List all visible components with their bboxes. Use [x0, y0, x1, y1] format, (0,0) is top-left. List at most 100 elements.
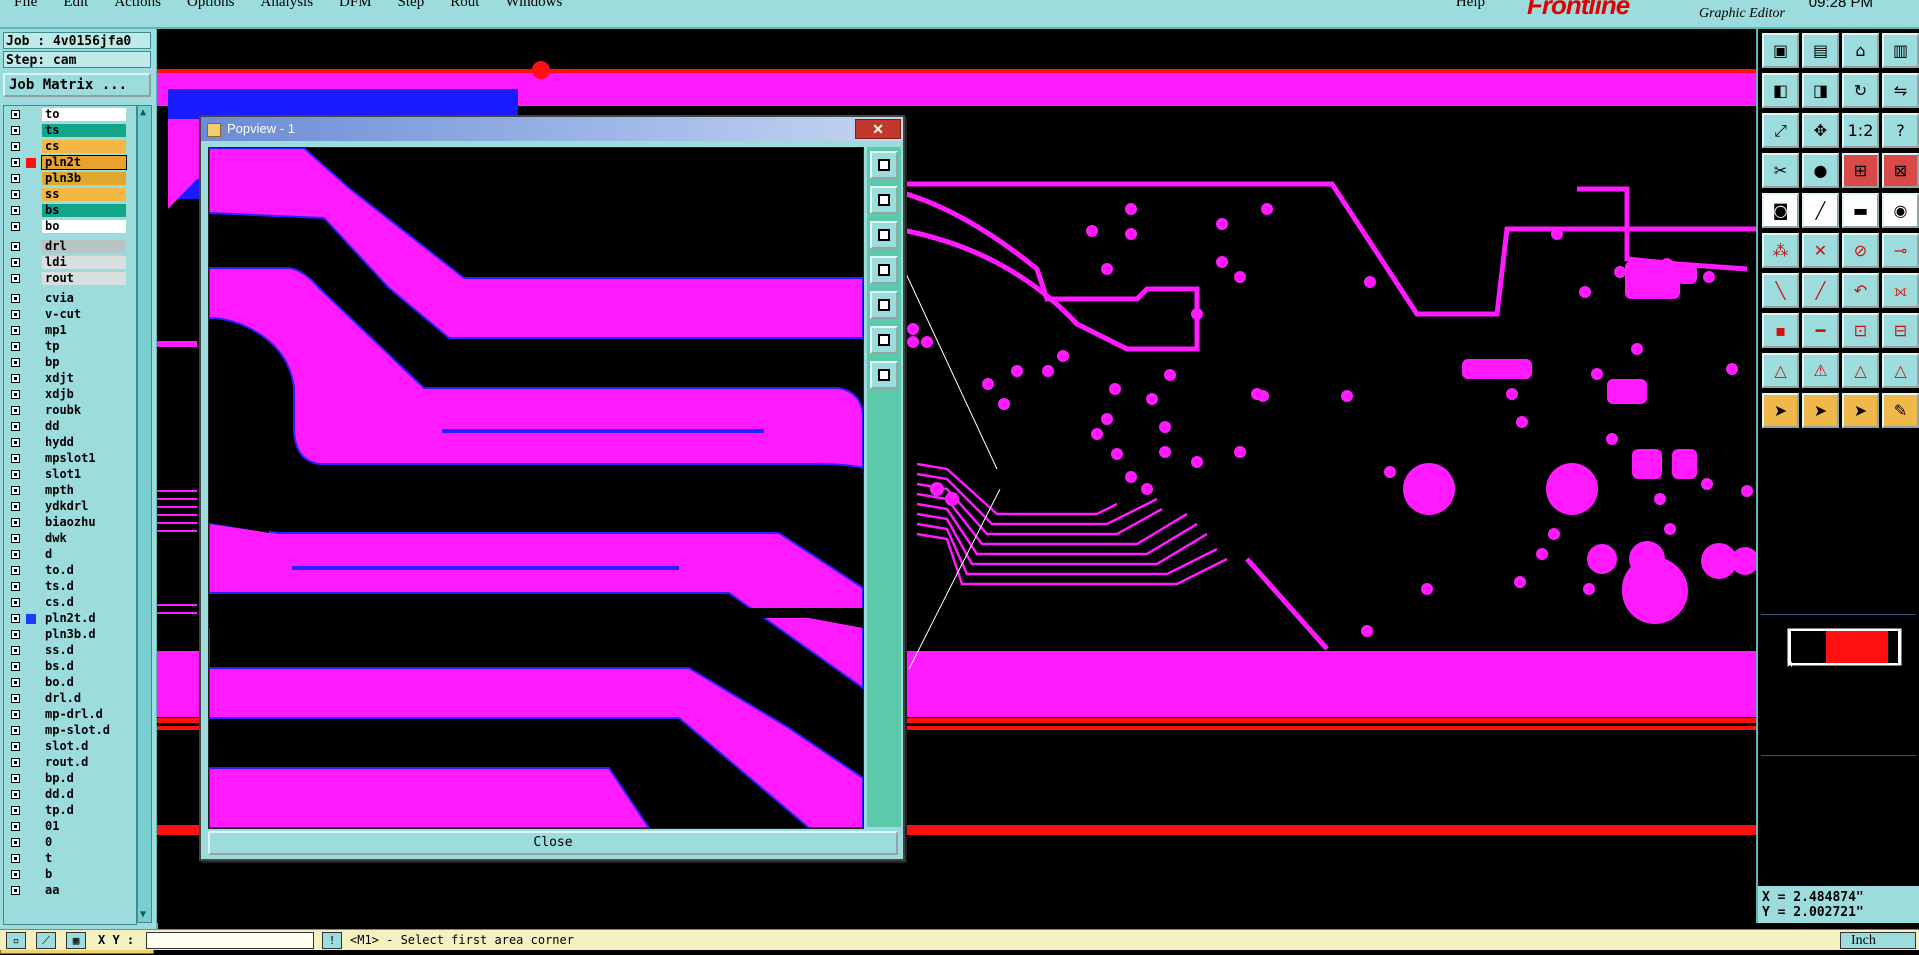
- layer-checkbox[interactable]: [11, 534, 20, 543]
- center-icon[interactable]: [870, 361, 898, 389]
- layer-checkbox[interactable]: [11, 742, 20, 751]
- layer-checkbox[interactable]: [11, 566, 20, 575]
- square-pad-icon[interactable]: ▪: [1762, 313, 1799, 348]
- snap-icon[interactable]: ●: [1802, 153, 1839, 188]
- route-icon[interactable]: ⟗: [1882, 273, 1919, 308]
- draw-line-icon[interactable]: ╲: [1762, 273, 1799, 308]
- slash-icon[interactable]: ╱: [1802, 273, 1839, 308]
- layer-checkbox[interactable]: [11, 710, 20, 719]
- layer-row-01[interactable]: 01: [4, 820, 136, 834]
- layer-row-bo[interactable]: bo: [4, 220, 136, 234]
- menu-actions[interactable]: Actions: [114, 0, 161, 11]
- zoom-back-icon[interactable]: ▤: [1802, 33, 1839, 68]
- menu-options[interactable]: Options: [187, 0, 235, 11]
- minimap[interactable]: ×: [1761, 614, 1916, 756]
- line-mode-icon[interactable]: ⟋: [36, 932, 56, 949]
- layer-checkbox[interactable]: [11, 822, 20, 831]
- layer-name[interactable]: rout.d: [42, 756, 126, 769]
- layer-name[interactable]: tp.d: [42, 804, 126, 817]
- layer-checkbox[interactable]: [11, 422, 20, 431]
- text-icon[interactable]: ▬: [1842, 193, 1879, 228]
- layer-checkbox[interactable]: [11, 242, 20, 251]
- layer-row-mp-drl.d[interactable]: mp-drl.d: [4, 708, 136, 722]
- layer-checkbox[interactable]: [11, 438, 20, 447]
- layer-checkbox[interactable]: [11, 870, 20, 879]
- layer-name[interactable]: biaozhu: [42, 516, 126, 529]
- layer-row-dwk[interactable]: dwk: [4, 532, 136, 546]
- layer-row-rout.d[interactable]: rout.d: [4, 756, 136, 770]
- layer-row-ts[interactable]: ts: [4, 124, 136, 138]
- menu-edit[interactable]: Edit: [63, 0, 88, 11]
- menu-analysis[interactable]: Analysis: [261, 0, 314, 11]
- scale-1-1-icon[interactable]: 1:2: [1842, 113, 1879, 148]
- layer-row-slot1[interactable]: slot1: [4, 468, 136, 482]
- layer-list-scrollbar[interactable]: ▲ ▼: [137, 105, 152, 923]
- layer-row-to[interactable]: to: [4, 108, 136, 122]
- popview-close-button[interactable]: Close: [208, 831, 898, 855]
- layer-checkbox[interactable]: [11, 662, 20, 671]
- layer-name[interactable]: ts: [42, 124, 126, 137]
- layer-name[interactable]: bp: [42, 356, 126, 369]
- layer-checkbox[interactable]: [11, 110, 20, 119]
- layer-checkbox[interactable]: [11, 694, 20, 703]
- layer-row-bs[interactable]: bs: [4, 204, 136, 218]
- pad-icon[interactable]: ◙: [1762, 193, 1799, 228]
- triangle-a-icon[interactable]: ⚠: [1802, 353, 1839, 388]
- layer-name[interactable]: slot.d: [42, 740, 126, 753]
- zoom-home-icon[interactable]: [870, 326, 898, 354]
- layer-name[interactable]: ss: [42, 188, 126, 201]
- pan-left-icon[interactable]: ◧: [1762, 73, 1799, 108]
- layer-row-aa[interactable]: aa: [4, 884, 136, 898]
- net-icon[interactable]: ⊞: [1842, 153, 1879, 188]
- layer-name[interactable]: v-cut: [42, 308, 126, 321]
- layer-name[interactable]: ldi: [42, 256, 126, 269]
- layer-row-pln3b.d[interactable]: pln3b.d: [4, 628, 136, 642]
- layer-checkbox[interactable]: [11, 294, 20, 303]
- node-icon[interactable]: ⁂: [1762, 233, 1799, 268]
- mirror-icon[interactable]: ⇋: [1882, 73, 1919, 108]
- layer-name[interactable]: pln3b: [42, 172, 126, 185]
- layer-name[interactable]: bo: [42, 220, 126, 233]
- layer-row-d[interactable]: d: [4, 548, 136, 562]
- layer-row-mp-slot.d[interactable]: mp-slot.d: [4, 724, 136, 738]
- layer-checkbox[interactable]: [11, 854, 20, 863]
- layer-checkbox[interactable]: [11, 190, 20, 199]
- layer-checkbox[interactable]: [11, 326, 20, 335]
- layer-name[interactable]: ts.d: [42, 580, 126, 593]
- layer-row-bs.d[interactable]: bs.d: [4, 660, 136, 674]
- layer-checkbox[interactable]: [11, 342, 20, 351]
- layer-name[interactable]: roubk: [42, 404, 126, 417]
- layer-checkbox[interactable]: [11, 806, 20, 815]
- layer-row-biaozhu[interactable]: biaozhu: [4, 516, 136, 530]
- connect-icon[interactable]: ⊸: [1882, 233, 1919, 268]
- layer-name[interactable]: xdjb: [42, 388, 126, 401]
- scroll-down-icon[interactable]: ▼: [140, 910, 149, 920]
- layer-row-mpslot1[interactable]: mpslot1: [4, 452, 136, 466]
- layer-checkbox[interactable]: [11, 454, 20, 463]
- layer-name[interactable]: cvia: [42, 292, 126, 305]
- layer-name[interactable]: cs.d: [42, 596, 126, 609]
- layer-row-bo.d[interactable]: bo.d: [4, 676, 136, 690]
- zoom-fit-icon[interactable]: [870, 151, 898, 179]
- layer-name[interactable]: dwk: [42, 532, 126, 545]
- layer-row-to.d[interactable]: to.d: [4, 564, 136, 578]
- layer-row-tp[interactable]: tp: [4, 340, 136, 354]
- menu-dfm[interactable]: DFM: [339, 0, 372, 11]
- dimension-icon[interactable]: ⊡: [1842, 313, 1879, 348]
- layer-checkbox[interactable]: [11, 790, 20, 799]
- layer-name[interactable]: mp1: [42, 324, 126, 337]
- fit-icon[interactable]: ⤢: [1762, 113, 1799, 148]
- layer-row-ts.d[interactable]: ts.d: [4, 580, 136, 594]
- layer-name[interactable]: mp-slot.d: [42, 724, 126, 737]
- layer-checkbox[interactable]: [11, 126, 20, 135]
- layer-checkbox[interactable]: [11, 274, 20, 283]
- layer-checkbox[interactable]: [11, 598, 20, 607]
- layer-row-mpth[interactable]: mpth: [4, 484, 136, 498]
- rotate-icon[interactable]: ↻: [1842, 73, 1879, 108]
- triangle-b-icon[interactable]: △: [1842, 353, 1879, 388]
- layer-checkbox[interactable]: [11, 502, 20, 511]
- layer-name[interactable]: to.d: [42, 564, 126, 577]
- popview-canvas[interactable]: [208, 147, 864, 829]
- layer-name[interactable]: aa: [42, 884, 126, 897]
- line-icon[interactable]: ╱: [1802, 193, 1839, 228]
